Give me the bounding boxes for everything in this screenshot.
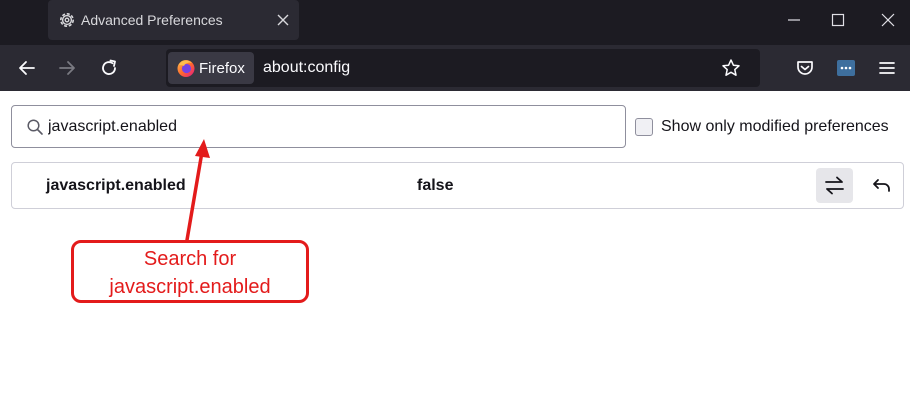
preference-name: javascript.enabled [46, 177, 186, 194]
tab-title: Advanced Preferences [81, 12, 223, 28]
annotation-callout: Search for javascript.enabled [71, 240, 309, 303]
tab-advanced-preferences[interactable]: Advanced Preferences [48, 0, 299, 40]
search-icon [27, 119, 43, 135]
annotation-line-2: javascript.enabled [109, 276, 271, 298]
show-modified-label: Show only modified preferences [661, 118, 889, 135]
identity-box[interactable]: Firefox [168, 52, 254, 84]
tab-close-icon[interactable] [274, 11, 292, 29]
undo-icon [873, 179, 890, 192]
navigation-toolbar: Firefox about:config [0, 45, 910, 91]
reload-icon[interactable] [98, 57, 120, 79]
menu-icon[interactable] [876, 57, 898, 79]
annotation-line-1: Search for [143, 248, 237, 270]
star-icon[interactable] [721, 58, 741, 78]
preference-row[interactable]: javascript.enabled false [11, 162, 904, 209]
pocket-icon[interactable] [794, 57, 816, 79]
firefox-logo-icon [177, 60, 195, 77]
preference-value: false [417, 177, 454, 194]
reset-button[interactable] [867, 168, 897, 203]
toggle-button[interactable] [816, 168, 853, 203]
preference-search-box[interactable] [11, 105, 626, 148]
identity-label: Firefox [199, 60, 245, 77]
extension-icon[interactable] [835, 57, 857, 79]
url-bar[interactable]: Firefox about:config [166, 49, 760, 87]
minimize-icon[interactable] [785, 11, 803, 29]
close-icon[interactable] [879, 11, 897, 29]
back-arrow-icon[interactable] [16, 57, 38, 79]
tab-strip: Advanced Preferences [0, 0, 910, 45]
maximize-icon[interactable] [829, 11, 847, 29]
search-input[interactable] [46, 106, 616, 147]
forward-arrow-icon[interactable] [56, 57, 78, 79]
show-modified-toggle[interactable]: Show only modified preferences [635, 116, 889, 138]
toggle-arrows-icon [825, 176, 844, 195]
show-modified-checkbox[interactable] [635, 118, 653, 136]
url-text[interactable]: about:config [263, 59, 350, 77]
gear-icon [60, 13, 74, 27]
